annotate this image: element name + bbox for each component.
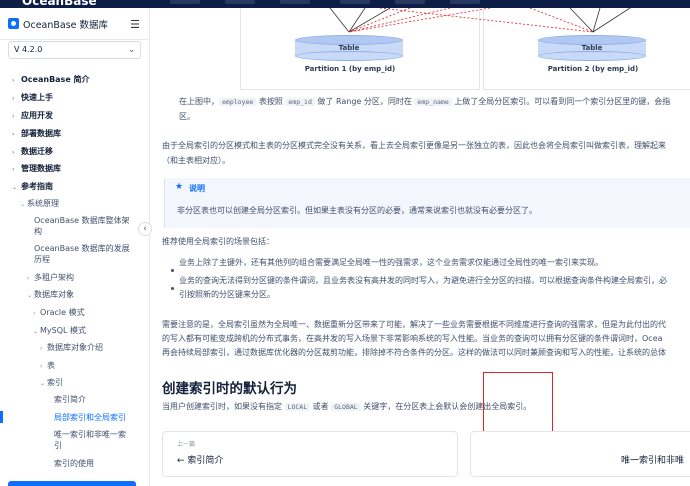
tree-item-reference[interactable]: ⌄ 参考指南 (0, 181, 149, 192)
paragraph-index-table: 由于全局索引的分区模式和主表的分区模式完全没有关系，看上去全局索引更像是另一张独… (162, 141, 666, 150)
paragraph-caution-2: 的写入都有可能变成跨机的分布式事务，在高并发的写入场景下非常影响系统的写入性能。… (162, 334, 663, 343)
tree-item-dbobject-intro[interactable]: › 数据库对象介绍 (0, 342, 149, 353)
paragraph-default-behavior: 当用户创建索引时，如果没有指定 LOCAL 或者 GLOBAL 关键字，在分区表… (162, 402, 532, 411)
chevron-right-icon: › (27, 275, 30, 282)
chevron-right-icon: › (33, 310, 36, 317)
sidebar-header: OceanBase 数据库 ☰ (0, 8, 149, 40)
code-emp-id: emp_id (285, 98, 315, 106)
chevron-right-icon: › (12, 95, 15, 102)
info-star-icon: ★ (175, 182, 184, 192)
top-nav-item[interactable] (280, 0, 310, 4)
chevron-right-icon: › (12, 166, 15, 173)
scenario-1: 业务上除了主键外，还有其他列的组合需要满足全局唯一性的强需求，这个业务需求仅能通… (179, 258, 603, 267)
partition-1-label: Partition 1 (by emp_id) (304, 65, 396, 73)
note-title: ★ 说明 (175, 182, 205, 193)
prev-title: ← 索引简介 (177, 456, 224, 466)
note-callout: ★ 说明 非分区表也可以创建全局分区索引。但如果主表没有分区的必要，通常来说索引也… (164, 178, 690, 228)
chevron-down-icon: ⌄ (20, 201, 26, 208)
top-nav-item[interactable] (450, 0, 480, 4)
section-heading: 创建索引时的默认行为 (162, 381, 297, 397)
scenario-2: 业务的查询无法得到分区键的条件谓词，且业务表没有高并发的同时写入，为避免进行全分… (179, 276, 667, 285)
brand-logo[interactable]: OceanBase (22, 0, 97, 8)
chevron-down-icon: ⌄ (40, 380, 46, 387)
tree-item-history[interactable]: OceanBase 数据库的发展 历程 (0, 243, 149, 265)
prev-label: 上一篇 (177, 441, 196, 448)
bullet-dot (171, 287, 174, 290)
chevron-right-icon: › (12, 131, 15, 138)
arrow-left-icon: ← (177, 456, 185, 466)
chevron-down-icon: ⌄ (33, 328, 39, 335)
tree-item-manage[interactable]: › 管理数据库 (0, 163, 149, 174)
tree-item-dbobjects[interactable]: ⌄ 数据库对象 (0, 289, 149, 300)
table-cylinder-1: Table (295, 35, 403, 61)
table-label: Table (338, 44, 360, 52)
paragraph-diagram-explain: 在上图中， employee 表按照 emp_id 做了 Range 分区，同时在… (179, 97, 671, 106)
top-nav-item[interactable] (225, 0, 255, 4)
sidebar-title[interactable]: OceanBase 数据库 (23, 17, 108, 31)
chevron-right-icon: › (40, 363, 43, 370)
next-page-link[interactable]: 唯一索引和非唯 (470, 431, 690, 477)
scenario-2-cont: 引按照新的分区键来分区。 (179, 290, 275, 299)
bullet-dot (171, 269, 174, 272)
version-select[interactable]: V 4.2.0 ⌄ (8, 41, 141, 59)
tree-item-quickstart[interactable]: › 快速上手 (0, 92, 149, 103)
version-value: V 4.2.0 (14, 45, 43, 54)
chevron-right-icon: › (12, 113, 15, 120)
chevron-down-icon: ⌄ (12, 184, 18, 191)
tree-item-mysql-mode[interactable]: ⌄ MySQL 模式 (0, 325, 149, 336)
next-title: 唯一索引和非唯 (621, 456, 685, 466)
paragraph-index-table-2: （和主表相对应）。 (162, 156, 230, 165)
paragraph-diagram-explain-end: 区。 (179, 112, 195, 121)
tree-item-multitenant[interactable]: › 多租户架构 (0, 272, 149, 283)
tree-item-architecture[interactable]: OceanBase 数据库整体架构 (0, 215, 149, 237)
article-content: Table Table Partition 1 (by emp_id) Part… (150, 8, 690, 486)
chevron-right-icon: › (40, 345, 43, 352)
oceanbase-logo-icon (8, 18, 19, 29)
table-label: Table (581, 44, 603, 52)
tree-item-oracle-mode[interactable]: › Oracle 模式 (0, 307, 149, 318)
top-navbar: OceanBase (0, 0, 690, 8)
top-nav-item[interactable] (170, 0, 200, 4)
tree-item-principles[interactable]: ⌄ 系统原理 (0, 198, 149, 209)
sidebar-bottom-button[interactable] (8, 481, 136, 486)
tree-item-local-global-index[interactable]: 局部索引和全局索引 (0, 412, 149, 423)
top-nav-item[interactable] (340, 0, 370, 4)
chevron-left-icon: ‹ (143, 224, 147, 234)
chevron-right-icon: › (12, 77, 15, 84)
tree-item-appdev[interactable]: › 应用开发 (0, 110, 149, 121)
doc-sidebar: OceanBase 数据库 ☰ V 4.2.0 ⌄ › OceanBase 简介 … (0, 8, 150, 486)
hamburger-icon[interactable]: ☰ (130, 18, 140, 31)
tree-item-table[interactable]: › 表 (0, 360, 149, 371)
code-global: GLOBAL (331, 403, 361, 411)
paragraph-caution-3: 再会持续局部索引，通过数据库优化器的分区裁剪功能，排除掉不符合条件的分区。这样的… (162, 348, 666, 357)
tree-item-migration[interactable]: › 数据迁移 (0, 146, 149, 157)
code-emp-name: emp_name (414, 98, 452, 106)
prev-page-link[interactable]: 上一篇 ← 索引简介 (162, 431, 458, 477)
chevron-down-icon: ⌄ (27, 292, 33, 299)
tree-item-index-intro[interactable]: 索引简介 (0, 394, 149, 405)
chevron-right-icon: › (12, 149, 15, 156)
note-body: 非分区表也可以创建全局分区索引。但如果主表没有分区的必要，通常来说索引也就没有必… (177, 206, 537, 215)
paragraph-caution-1: 需要注意的是，全局索引虽然为全局唯一、数据重新分区带来了可能，解决了一些业务需要… (162, 320, 666, 329)
tree-item-unique-index[interactable]: 唯一索引和非唯一索引 (0, 429, 149, 451)
tree-item-intro[interactable]: › OceanBase 简介 (0, 74, 149, 85)
code-employee: employee (219, 98, 257, 106)
tree-item-index[interactable]: ⌄ 索引 (0, 377, 149, 388)
tree-item-index-usage[interactable]: 索引的使用 (0, 458, 149, 469)
chevron-down-icon: ⌄ (128, 45, 135, 54)
tree-item-deploy[interactable]: › 部署数据库 (0, 128, 149, 139)
table-cylinder-2: Table (538, 35, 646, 61)
top-nav-item[interactable] (395, 0, 425, 4)
code-local: LOCAL (284, 403, 311, 411)
partition-2-label: Partition 2 (by emp_id) (547, 65, 639, 73)
scenarios-intro: 推荐使用全局索引的场景包括： (162, 237, 274, 246)
